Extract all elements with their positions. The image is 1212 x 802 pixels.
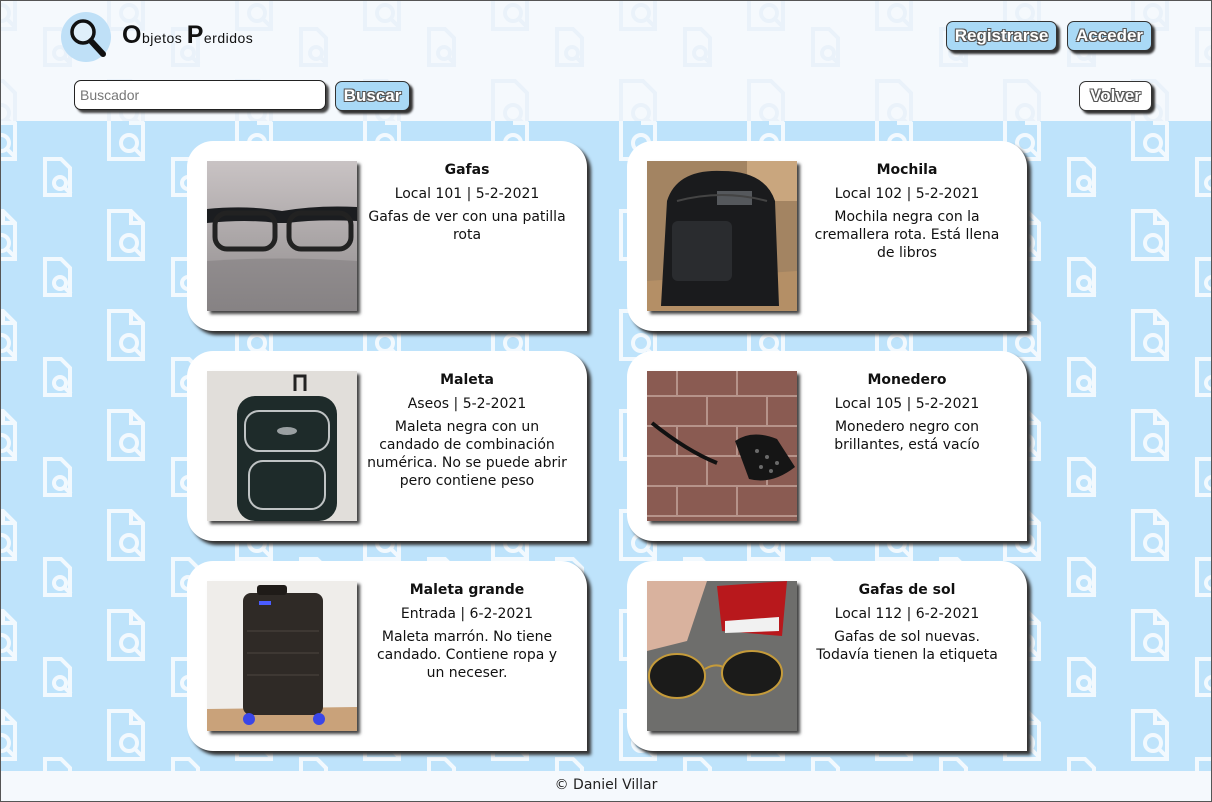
logo[interactable] [61, 12, 111, 62]
item-card[interactable]: Gafas Local 101 | 5-2-2021 Gafas de ver … [187, 141, 587, 331]
item-location-date: Local 105 | 5-2-2021 [834, 396, 980, 412]
register-button[interactable]: Registrarse [946, 21, 1057, 51]
backpack-photo [647, 161, 797, 311]
item-description: Maleta marrón. No tiene candado. Contien… [376, 629, 558, 681]
copyright-text: © Daniel Villar [554, 777, 658, 793]
item-location-date: Local 101 | 5-2-2021 [394, 186, 540, 202]
site-header: Objetos Perdidos Registrarse Acceder Bus… [1, 1, 1211, 121]
item-card[interactable]: Mochila Local 102 | 5-2-2021 Mochila neg… [627, 141, 1027, 331]
item-description: Gafas de sol nuevas. Todavía tienen la e… [816, 629, 998, 663]
glasses-photo [207, 161, 357, 311]
purse-photo [647, 371, 797, 521]
item-location-date: Local 112 | 6-2-2021 [834, 606, 980, 622]
background-pattern [1, 121, 1211, 771]
back-button[interactable]: Volver [1079, 81, 1152, 111]
search-button[interactable]: Buscar [335, 81, 410, 111]
magnifier-icon [70, 19, 106, 57]
site-footer: © Daniel Villar [1, 771, 1211, 801]
login-button[interactable]: Acceder [1067, 21, 1152, 51]
item-description: Monedero negro con brillantes, está vací… [834, 419, 980, 453]
item-description: Gafas de ver con una patilla rota [368, 209, 566, 243]
item-location-date: Aseos | 5-2-2021 [407, 396, 527, 412]
item-description: Maleta negra con un candado de combinaci… [367, 419, 567, 489]
item-title: Gafas [444, 162, 490, 178]
item-title: Maleta grande [409, 582, 525, 598]
item-card[interactable]: Gafas de sol Local 112 | 6-2-2021 Gafas … [627, 561, 1027, 751]
item-title: Maleta [440, 372, 494, 388]
item-card[interactable]: Maleta Aseos | 5-2-2021 Maleta negra con… [187, 351, 587, 541]
item-card[interactable]: Maleta grande Entrada | 6-2-2021 Maleta … [187, 561, 587, 751]
item-location-date: Local 102 | 5-2-2021 [834, 186, 980, 202]
item-description: Mochila negra con la cremallera rota. Es… [814, 209, 1000, 261]
sunglasses-photo [647, 581, 797, 731]
item-card[interactable]: Monedero Local 105 | 5-2-2021 Monedero n… [627, 351, 1027, 541]
item-title: Mochila [876, 162, 938, 178]
items-area: Gafas Local 101 | 5-2-2021 Gafas de ver … [1, 121, 1211, 771]
search-input[interactable] [74, 80, 326, 110]
site-title: Objetos Perdidos [122, 21, 254, 49]
large-suitcase-photo [207, 581, 357, 731]
item-title: Gafas de sol [858, 582, 956, 598]
suitcase-photo [207, 371, 357, 521]
item-title: Monedero [867, 372, 947, 388]
item-location-date: Entrada | 6-2-2021 [400, 606, 534, 622]
